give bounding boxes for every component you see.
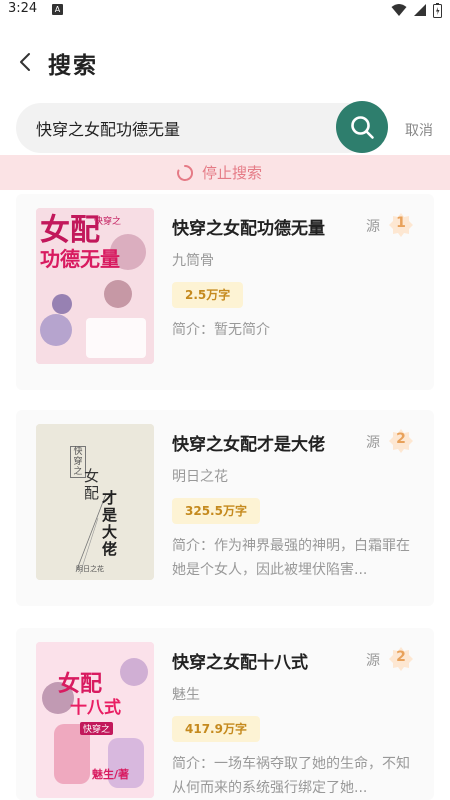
battery-icon: [433, 2, 442, 18]
source-count-badge: 2: [388, 646, 414, 672]
word-count-badge: 2.5万字: [172, 282, 244, 308]
book-title: 快穿之女配十八式: [172, 653, 308, 673]
status-bar: 3:24 A: [0, 0, 450, 20]
book-author: 九筒骨: [172, 253, 214, 269]
cover-tag: 快穿之: [80, 722, 114, 735]
stop-search-banner[interactable]: 停止搜索: [0, 155, 450, 190]
source-label: 源: [366, 435, 380, 451]
source-count: 2: [396, 649, 406, 665]
stop-search-label: 停止搜索: [202, 164, 263, 182]
book-intro: 简介：作为神界最强的神明，白霜罪在她是个女人，因此被埋伏陷害...: [172, 538, 410, 578]
signal-icon: [414, 4, 426, 16]
cover-title-line1: 女配: [58, 671, 103, 697]
book-title: 快穿之女配才是大佬: [172, 435, 325, 455]
book-cover: 女配 功德无量 快穿之: [36, 208, 154, 364]
result-card[interactable]: 女配 十八式 快穿之 魅生/著 快穿之女配十八式 源 2 魅生 417.9万字 …: [16, 628, 434, 800]
source-count-badge: 1: [388, 212, 414, 238]
page-title: 搜索: [48, 53, 98, 79]
cover-author-mark: 明日之花: [76, 565, 104, 573]
source-label: 源: [366, 653, 380, 669]
result-card[interactable]: 女配 功德无量 快穿之 快穿之女配功德无量 源 1 九筒骨 2.5万字 简介：暂…: [16, 194, 434, 390]
source-count-badge: 2: [388, 428, 414, 454]
cover-author-mark: 魅生/著: [92, 768, 130, 781]
cover-title-line1: 女配: [40, 213, 100, 248]
word-count-badge: 325.5万字: [172, 498, 260, 524]
word-count-badge: 417.9万字: [172, 716, 260, 742]
status-icons: [391, 2, 442, 18]
book-cover: 快穿之 女配 才是大佬 明日之花: [36, 424, 154, 580]
cover-art-icon: [36, 424, 154, 580]
cover-tag: 快穿之: [94, 217, 122, 227]
search-icon: [351, 116, 374, 139]
cancel-button[interactable]: 取消: [405, 120, 433, 140]
book-author: 魅生: [172, 687, 200, 703]
wifi-icon: [391, 4, 407, 16]
book-cover: 女配 十八式 快穿之 魅生/著: [36, 642, 154, 798]
back-arrow-icon[interactable]: [14, 50, 38, 74]
header: 搜索: [0, 40, 450, 84]
cover-title-line2: 才是大佬: [102, 489, 118, 558]
book-intro: 简介：暂无简介: [172, 322, 270, 338]
notification-icon: A: [52, 4, 63, 15]
search-button[interactable]: [336, 101, 388, 153]
status-time: 3:24: [8, 1, 38, 16]
loading-spinner-icon: [177, 164, 194, 181]
cover-title-line2: 十八式: [70, 698, 121, 718]
source-count: 1: [396, 215, 406, 231]
source-count: 2: [396, 431, 406, 447]
cover-title-line2: 功德无量: [40, 247, 120, 271]
book-author: 明日之花: [172, 469, 228, 485]
search-input[interactable]: [36, 103, 326, 153]
cover-title-line1: 女配: [84, 467, 100, 502]
book-intro: 简介：一场车祸夺取了她的生命，不知从何而来的系统强行绑定了她...: [172, 756, 410, 796]
search-box[interactable]: [16, 103, 372, 153]
book-title: 快穿之女配功德无量: [172, 219, 325, 239]
source-label: 源: [366, 219, 380, 235]
result-card[interactable]: 快穿之 女配 才是大佬 明日之花 快穿之女配才是大佬 源 2 明日之花 325.…: [16, 410, 434, 606]
